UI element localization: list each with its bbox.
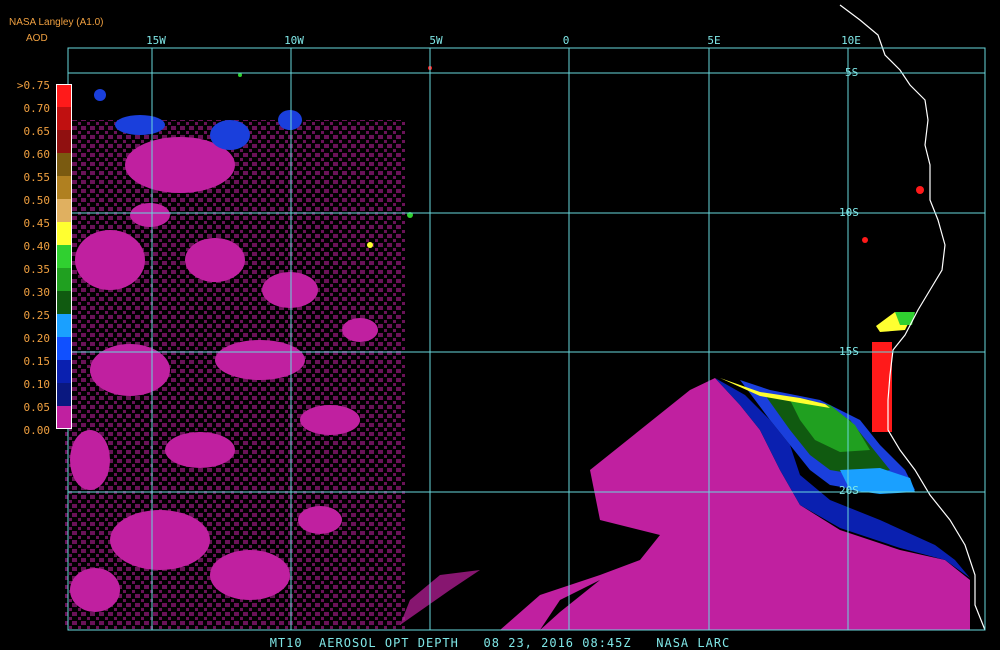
product-label: AOD bbox=[26, 33, 48, 44]
aod-patches-west bbox=[65, 120, 405, 630]
legend-label: 0.25 bbox=[23, 309, 51, 322]
legend-label: 0.40 bbox=[23, 240, 51, 253]
lat-label-15s: 15S bbox=[839, 345, 859, 358]
lon-label-5w: 5W bbox=[429, 34, 443, 47]
aod-map bbox=[65, 4, 986, 631]
legend-label: 0.50 bbox=[23, 194, 51, 207]
lon-label-10w: 10W bbox=[284, 34, 304, 47]
legend-label: 0.05 bbox=[23, 401, 51, 414]
legend-label: 0.60 bbox=[23, 148, 51, 161]
lat-label-20s: 20S bbox=[839, 484, 859, 497]
lon-label-10e: 10E bbox=[841, 34, 861, 47]
source-label: NASA Langley (A1.0) bbox=[9, 17, 104, 28]
legend-border bbox=[56, 84, 72, 429]
legend-label: 0.00 bbox=[23, 424, 51, 437]
legend-label: 0.65 bbox=[23, 125, 51, 138]
map-caption: MT10 AEROSOL OPT DEPTH 08 23, 2016 08:45… bbox=[269, 636, 731, 650]
legend-label: 0.10 bbox=[23, 378, 51, 391]
legend-label: >0.75 bbox=[16, 79, 50, 92]
legend-label: 0.70 bbox=[23, 102, 51, 115]
lat-label-5s: 5S bbox=[845, 66, 859, 79]
legend-label: 0.15 bbox=[23, 355, 51, 368]
legend-label: 0.20 bbox=[23, 332, 51, 345]
lon-label-15w: 15W bbox=[146, 34, 166, 47]
lat-label-10s: 10S bbox=[839, 206, 859, 219]
legend-label: 0.30 bbox=[23, 286, 51, 299]
legend-label: 0.55 bbox=[23, 171, 51, 184]
legend-label: 0.35 bbox=[23, 263, 51, 276]
lon-label-5e: 5E bbox=[707, 34, 721, 47]
legend-label: 0.45 bbox=[23, 217, 51, 230]
lon-label-0: 0 bbox=[562, 34, 570, 47]
